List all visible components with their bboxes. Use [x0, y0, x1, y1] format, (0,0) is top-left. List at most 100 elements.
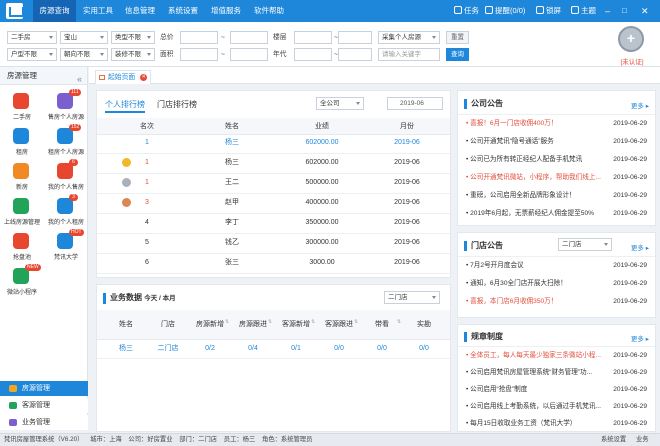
month-cell: 2019-06 [394, 239, 420, 246]
floor-max-input[interactable] [338, 31, 372, 44]
sidebar-item[interactable]: 抢盘池 [0, 230, 44, 266]
notice-date: 2019-06-29 [613, 369, 647, 376]
reminder-button[interactable]: 提醒(0/0) [485, 0, 525, 22]
category-select[interactable]: 类型不限 [111, 31, 155, 44]
nav-house-query[interactable]: 房源查询 [33, 0, 76, 22]
decoration-select[interactable]: 装修不限 [111, 48, 155, 61]
nav-help[interactable]: 软件帮助 [249, 0, 289, 22]
price-min-input[interactable] [180, 31, 218, 44]
close-tab-icon[interactable]: ✕ [140, 74, 148, 81]
sidebar-item-icon [13, 128, 29, 144]
status-system: 梵讯房屋管理系统（V6.20） [4, 436, 84, 443]
sidebar-item[interactable]: 上线房源管理 [0, 195, 44, 231]
notice-item[interactable]: • 7月2号开月度会议 [466, 261, 636, 271]
maximize-button[interactable]: □ [622, 0, 627, 22]
notice-date: 2019-06-29 [613, 120, 647, 127]
source-select[interactable]: 采集个人房源 [378, 31, 440, 44]
year-min-input[interactable] [294, 48, 332, 61]
notice-item[interactable]: • 公司已为所有转正经纪人配备手机梵讯 [466, 155, 636, 165]
area-min-input[interactable] [180, 48, 218, 61]
sort-icon[interactable]: ⇅ [225, 319, 229, 325]
lock-screen-button[interactable]: 锁屏 [536, 0, 561, 22]
sidebar-bottom-client[interactable]: 客源管理 [0, 398, 88, 413]
close-window-button[interactable]: ✕ [641, 0, 649, 22]
tab-store-ranking[interactable]: 门店排行榜 [157, 99, 197, 111]
price-max-input[interactable] [230, 31, 268, 44]
keyword-input[interactable]: 请输入关键字 [378, 48, 440, 61]
floor-min-input[interactable] [294, 31, 332, 44]
rank-cell: 6 [145, 259, 149, 266]
notice-item[interactable]: • 每月15日收取业务工资（梵讯大学） [466, 419, 636, 429]
notice-item[interactable]: • 喜报，本门店6月收佣350万！ [466, 297, 636, 307]
sidebar-item[interactable]: 152 租房个人房源 [44, 124, 88, 161]
month-picker[interactable]: 2019-06 [387, 97, 443, 110]
business-cell[interactable]: 0/0 [318, 343, 360, 355]
business-cell[interactable]: 0/0 [361, 343, 403, 355]
sidebar-item[interactable]: HOT 梵讯大学 [44, 229, 88, 266]
business-cell[interactable]: 0/2 [189, 343, 231, 355]
year-max-input[interactable] [338, 48, 372, 61]
notice-item[interactable]: • 喜报！6月一门店收佣400万！ [466, 119, 636, 129]
notice-item[interactable]: • 公司启用线上考勤系统，以后通过手机梵讯... [466, 402, 636, 412]
sidebar-bottom-business[interactable]: 业务管理 [0, 415, 88, 430]
minimize-button[interactable]: – [605, 0, 610, 22]
nav-value-added[interactable]: 增值服务 [206, 0, 246, 22]
notice-item[interactable]: • 通知，6月30全门店开展大扫除！ [466, 279, 636, 289]
sidebar-item[interactable]: 111 售房个人房源 [44, 89, 88, 126]
notice-item[interactable]: • 重磅，公司启用全新品牌形象设计！ [466, 191, 636, 201]
bell-icon [485, 6, 493, 14]
sort-icon[interactable]: ⇅ [311, 319, 315, 325]
sidebar-item[interactable]: 新房 [0, 160, 44, 196]
notice-item[interactable]: • 公司启用梵讯房屋管理系统“财务管理”功... [466, 368, 636, 378]
company-select[interactable]: 全公司 [316, 97, 364, 110]
notice-date: 2019-06-29 [613, 352, 647, 359]
status-settings[interactable]: 系统设置 [601, 434, 626, 446]
business-cell[interactable]: 二门店 [147, 343, 189, 355]
status-business[interactable]: 业务 [636, 434, 649, 446]
sidebar-item[interactable]: 6 我的个人售房 [44, 159, 88, 196]
nav-tools[interactable]: 实用工具 [78, 0, 118, 22]
layout-select[interactable]: 户型不限 [7, 48, 57, 61]
house-type-select[interactable]: 二手房 [7, 31, 57, 44]
amount-cell: 602000.00 [305, 139, 339, 146]
area-max-input[interactable] [230, 48, 268, 61]
month-cell: 2019-06 [394, 219, 420, 226]
business-cell[interactable]: 0/1 [275, 343, 317, 355]
company-notice-more-link[interactable]: 更多 ▸ [631, 100, 649, 110]
notice-item[interactable]: • 公司开通梵讯微站，小程序，帮助我们线上... [466, 173, 636, 183]
tab-personal-ranking[interactable]: 个人排行榜 [105, 99, 145, 113]
notice-item[interactable]: • 2019年6月起，无票薪经纪人佣金提至50% [466, 209, 636, 219]
certification-badge[interactable]: [未认证] [614, 24, 650, 66]
sort-icon[interactable]: ⇅ [397, 319, 401, 325]
sidebar-bottom-house[interactable]: 房源管理 [0, 381, 88, 396]
store-notice-more-link[interactable]: 更多 ▸ [631, 242, 649, 252]
rank-cell: 4 [145, 219, 149, 226]
notice-item[interactable]: • 公司开通梵讯“隐号通话”服务 [466, 137, 636, 147]
direction-select[interactable]: 朝向不限 [60, 48, 108, 61]
notice-item[interactable]: • 公司启用“抢盘”制度 [466, 385, 636, 395]
tab-home[interactable]: 起始页面 ✕ [95, 70, 152, 84]
sort-icon[interactable]: ⇅ [268, 319, 272, 325]
query-button[interactable]: 查询 [446, 48, 469, 61]
sort-icon[interactable]: ⇅ [354, 319, 358, 325]
reset-button[interactable]: 重置 [446, 31, 469, 44]
sidebar-item[interactable]: 二手房 [0, 90, 44, 126]
sidebar-item[interactable]: 3 我的个人租房 [44, 194, 88, 231]
collapse-icon[interactable]: « [77, 70, 82, 88]
notice-item[interactable]: • 全体员工，每人每天最少独家三条微站小程... [466, 351, 636, 361]
theme-button[interactable]: 主题 [571, 0, 596, 22]
district-select[interactable]: 宝山 [60, 31, 108, 44]
store-notice-select[interactable]: 二门店 [558, 238, 612, 251]
sidebar-item[interactable]: 租房 [0, 125, 44, 161]
rules-more-link[interactable]: 更多 ▸ [631, 333, 649, 343]
task-button[interactable]: 任务 [454, 0, 479, 22]
nav-info-manage[interactable]: 信息管理 [120, 0, 160, 22]
business-store-select[interactable]: 二门店 [384, 291, 440, 304]
business-cell[interactable]: 杨三 [105, 343, 147, 355]
sidebar-item[interactable]: NEW 微站小程序 [0, 264, 44, 301]
nav-system-settings[interactable]: 系统设置 [163, 0, 203, 22]
business-cell[interactable]: 0/0 [403, 343, 445, 355]
floor-label: 楼层 [273, 34, 287, 41]
business-cell[interactable]: 0/4 [232, 343, 274, 355]
notice-date: 2019-06-29 [613, 138, 647, 145]
